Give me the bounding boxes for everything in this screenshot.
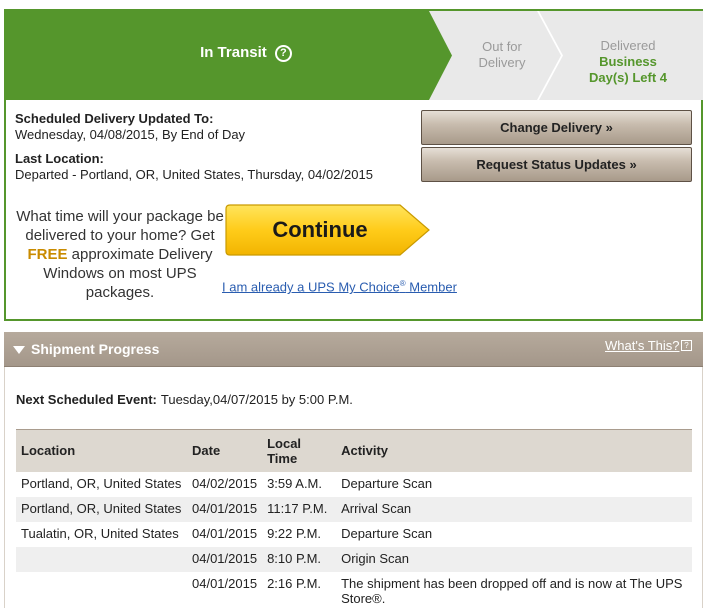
- stage-delivered-label: Delivered: [600, 38, 656, 53]
- shipment-progress-title: Shipment Progress: [31, 341, 160, 357]
- table-row: 04/01/2015 2:16 P.M. The shipment has be…: [16, 572, 692, 606]
- col-location: Location: [16, 429, 187, 472]
- row-location: [16, 546, 187, 572]
- stage-out-for-delivery: Out for Delivery: [456, 39, 548, 71]
- request-status-updates-button[interactable]: Request Status Updates »: [421, 147, 692, 182]
- row-activity: Departure Scan: [341, 525, 433, 541]
- scheduled-delivery-value: Wednesday, 04/08/2015, By End of Day: [15, 127, 246, 142]
- row-time: 2:16 P.M.: [267, 575, 322, 591]
- col-activity: Activity: [336, 429, 692, 472]
- row-date: 04/01/2015: [187, 496, 263, 522]
- change-delivery-button[interactable]: Change Delivery »: [421, 110, 692, 145]
- row-activity: Origin Scan: [336, 546, 692, 572]
- promo-text: What time will your package be delivered…: [16, 207, 224, 302]
- col-date: Date: [187, 429, 263, 472]
- row-date: 04/01/2015: [192, 525, 258, 541]
- promo-line1: What time will your package be delivered…: [16, 208, 224, 244]
- table-row: Portland, OR, United States 04/02/2015 3…: [16, 472, 692, 497]
- row-location: Portland, OR, United States: [21, 475, 182, 491]
- activity-table: Location Date Local Time Activity Portla…: [16, 429, 692, 606]
- stage-in-transit: In Transit ?: [156, 44, 336, 62]
- row-date: 04/01/2015: [187, 546, 263, 572]
- col-local-time: Local Time: [262, 429, 337, 472]
- row-location: [16, 572, 187, 606]
- help-icon[interactable]: ?: [274, 45, 292, 62]
- days-left-line2: Day(s) Left 4: [588, 70, 668, 85]
- days-left-line1: Business: [599, 54, 657, 69]
- table-row: 04/01/2015 8:10 P.M. Origin Scan: [16, 546, 692, 572]
- continue-button[interactable]: Continue: [225, 204, 431, 256]
- table-row: Tualatin, OR, United States 04/01/2015 9…: [16, 522, 692, 547]
- promo-line2: approximate Delivery Windows on most UPS…: [43, 246, 213, 301]
- row-time: 3:59 A.M.: [267, 475, 322, 491]
- row-location: Tualatin, OR, United States: [21, 525, 179, 541]
- promo-free: FREE: [27, 246, 68, 263]
- next-event-value: Tuesday,04/07/2015 by 5:00 P.M.: [160, 392, 353, 407]
- row-date: 04/01/2015: [192, 575, 258, 591]
- shipment-progress-body: Next Scheduled Event: Tuesday,04/07/2015 …: [4, 367, 703, 608]
- my-choice-link-text: I am already a UPS My Choice: [222, 279, 400, 295]
- stage-next-line2: Delivery: [478, 55, 526, 70]
- next-scheduled-event: Next Scheduled Event: Tuesday,04/07/2015 …: [16, 392, 353, 407]
- scheduled-delivery-title: Scheduled Delivery Updated To:: [15, 111, 214, 126]
- scheduled-delivery: Scheduled Delivery Updated To: Wednesday…: [15, 111, 245, 143]
- row-activity: Departure Scan: [341, 475, 433, 491]
- row-activity: Arrival Scan: [336, 496, 692, 522]
- row-time: 11:17 P.M.: [262, 496, 337, 522]
- stage-delivered: Delivered Business Day(s) Left 4: [566, 38, 690, 86]
- last-location-title: Last Location:: [15, 151, 104, 166]
- my-choice-member-link[interactable]: I am already a UPS My Choice® Member: [222, 279, 457, 294]
- next-event-label: Next Scheduled Event:: [16, 392, 157, 407]
- last-location-value: Departed - Portland, OR, United States, …: [15, 167, 373, 182]
- whats-this-link[interactable]: What's This?: [605, 338, 680, 353]
- shipment-progress-header[interactable]: Shipment Progress What's This? ?: [4, 332, 703, 367]
- table-header-row: Location Date Local Time Activity: [16, 429, 692, 472]
- row-time: 9:22 P.M.: [267, 525, 322, 541]
- stage-in-transit-label: In Transit: [200, 44, 267, 61]
- continue-button-label: Continue: [272, 217, 368, 242]
- stage-next-line1: Out for: [482, 39, 522, 54]
- my-choice-link-tail: Member: [405, 279, 457, 295]
- help-icon[interactable]: ?: [681, 340, 692, 351]
- table-row: Portland, OR, United States 04/01/2015 1…: [16, 496, 692, 522]
- delivery-status-card: In Transit ? Out for Delivery Delivered …: [4, 9, 703, 321]
- last-location: Last Location: Departed - Portland, OR, …: [15, 151, 373, 183]
- collapse-triangle-icon[interactable]: [13, 346, 25, 354]
- row-date: 04/02/2015: [192, 475, 258, 491]
- row-activity: The shipment has been dropped off and is…: [341, 575, 683, 606]
- row-location: Portland, OR, United States: [16, 496, 187, 522]
- row-time: 8:10 P.M.: [262, 546, 337, 572]
